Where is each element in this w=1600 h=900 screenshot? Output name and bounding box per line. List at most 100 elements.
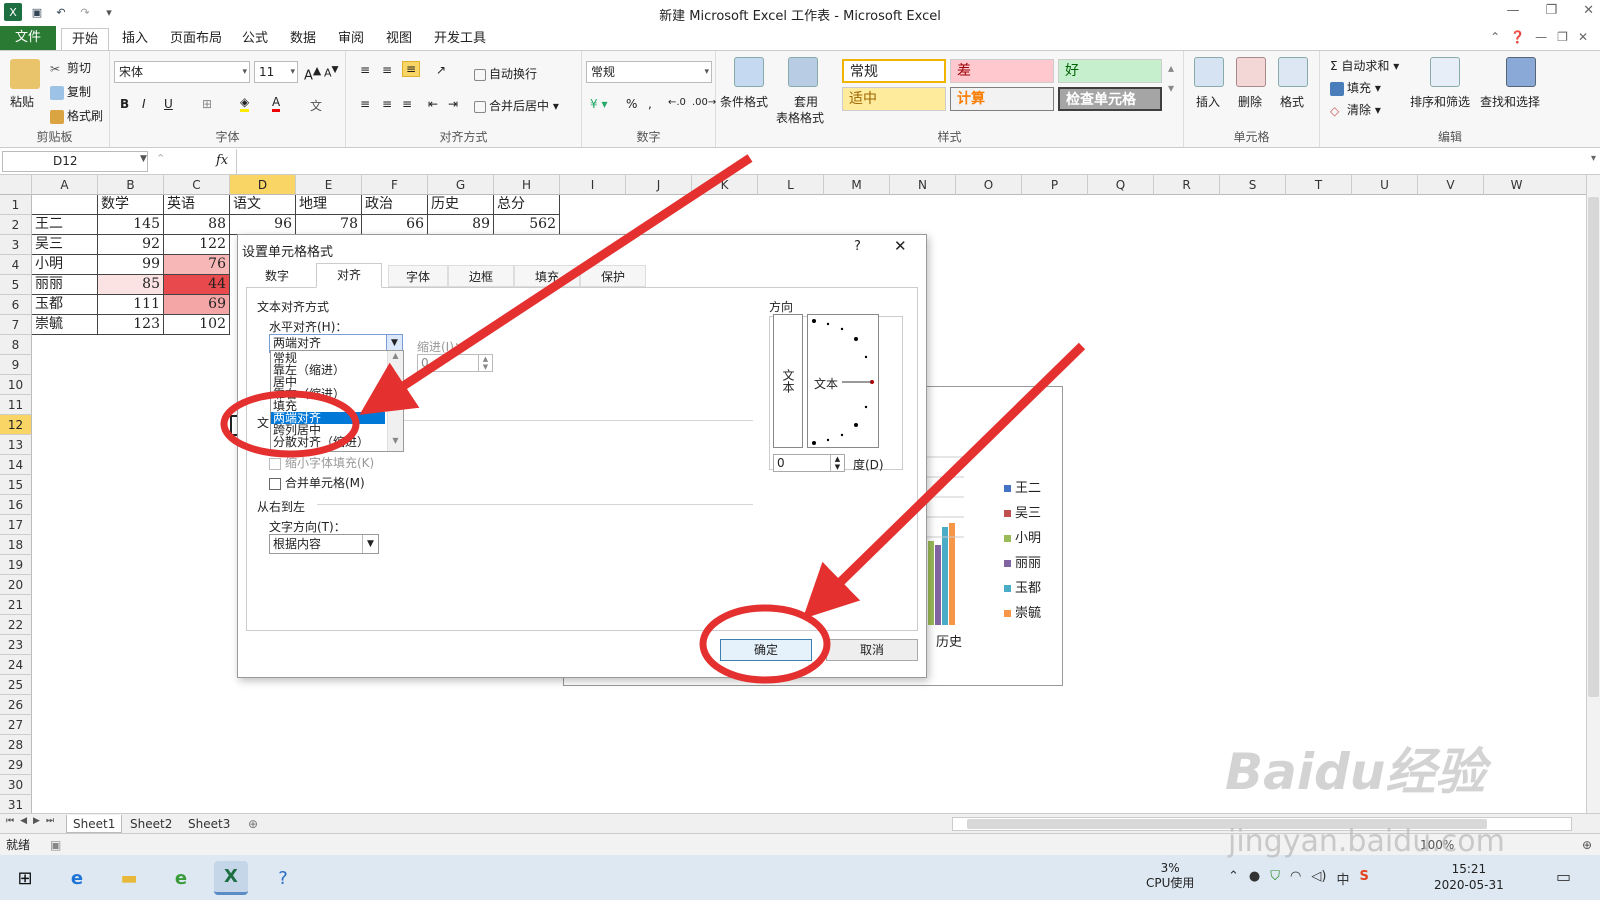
restore-icon[interactable]: ❐	[1545, 3, 1557, 18]
cell-D1[interactable]: 语文	[230, 195, 296, 215]
tab-formulas[interactable]: 公式	[232, 28, 278, 50]
column-header-D[interactable]: D	[230, 175, 296, 195]
cell-H1[interactable]: 总分	[494, 195, 560, 215]
cell-C1[interactable]: 英语	[164, 195, 230, 215]
copy-button[interactable]: 复制	[50, 83, 91, 100]
row-header-2[interactable]: 2	[0, 215, 32, 235]
row-header-13[interactable]: 13	[0, 435, 32, 455]
row-header-5[interactable]: 5	[0, 275, 32, 295]
row-header-4[interactable]: 4	[0, 255, 32, 275]
formula-bar-collapse-icon[interactable]: ⌃	[156, 152, 165, 165]
row-header-27[interactable]: 27	[0, 715, 32, 735]
style-calculation[interactable]: 计算	[950, 87, 1054, 111]
tab-font[interactable]: 字体	[388, 265, 448, 287]
row-header-25[interactable]: 25	[0, 675, 32, 695]
column-header-N[interactable]: N	[890, 175, 956, 195]
tab-alignment[interactable]: 对齐	[316, 263, 382, 288]
insert-function-button[interactable]: fx	[216, 153, 228, 168]
text-direction-combo[interactable]: 根据内容 ▼	[269, 534, 379, 554]
file-explorer-icon[interactable]: ▬	[112, 861, 146, 895]
cell-F1[interactable]: 政治	[362, 195, 428, 215]
column-header-V[interactable]: V	[1418, 175, 1484, 195]
chart-bar-6[interactable]	[949, 523, 955, 625]
row-header-8[interactable]: 8	[0, 335, 32, 355]
cell-C3[interactable]: 122	[164, 235, 230, 255]
dialog-close-icon[interactable]: ✕	[894, 237, 907, 255]
zoom-in-icon[interactable]: ⊕	[1582, 834, 1592, 856]
row-header-12[interactable]: 12	[0, 415, 32, 435]
tab-review[interactable]: 审阅	[328, 28, 374, 50]
cell-F2[interactable]: 66	[362, 215, 428, 235]
column-header-U[interactable]: U	[1352, 175, 1418, 195]
cell-C2[interactable]: 88	[164, 215, 230, 235]
cell-B4[interactable]: 99	[98, 255, 164, 275]
row-header-30[interactable]: 30	[0, 775, 32, 795]
sort-filter-button[interactable]: 排序和筛选	[1410, 93, 1470, 110]
row-header-1[interactable]: 1	[0, 195, 32, 215]
legend-entry-4[interactable]: 丽丽	[1004, 552, 1041, 571]
delete-cells-button[interactable]: 删除	[1238, 93, 1262, 110]
insert-cells-button[interactable]: 插入	[1196, 93, 1220, 110]
column-header-G[interactable]: G	[428, 175, 494, 195]
select-all-corner[interactable]	[0, 175, 32, 195]
cell-E1[interactable]: 地理	[296, 195, 362, 215]
cut-button[interactable]: ✂ 剪切	[50, 59, 91, 76]
cell-A7[interactable]: 崇毓	[32, 315, 98, 335]
formula-expand-icon[interactable]: ▾	[1591, 153, 1596, 164]
tab-insert[interactable]: 插入	[112, 28, 158, 50]
align-left-button[interactable]: ≡	[360, 97, 370, 111]
legend-entry-2[interactable]: 吴三	[1004, 502, 1041, 521]
legend-entry-1[interactable]: 王二	[1004, 477, 1041, 496]
merge-cells-checkbox[interactable]: 合并单元格(M)	[269, 474, 365, 491]
cell-A2[interactable]: 王二	[32, 215, 98, 235]
format-painter-button[interactable]: 格式刷	[50, 107, 103, 124]
cell-B6[interactable]: 111	[98, 295, 164, 315]
ime-indicator[interactable]: 中	[1336, 869, 1349, 888]
cell-C4[interactable]: 76	[164, 255, 230, 275]
font-name-combo[interactable]: 宋体 ▾	[114, 61, 250, 83]
row-header-19[interactable]: 19	[0, 555, 32, 575]
close-icon[interactable]: ✕	[1583, 3, 1594, 18]
doc-restore-icon[interactable]: ❐	[1557, 30, 1568, 44]
tab-fill[interactable]: 填充	[514, 265, 580, 287]
new-sheet-icon[interactable]: ⊕	[242, 815, 264, 833]
column-header-L[interactable]: L	[758, 175, 824, 195]
column-header-A[interactable]: A	[32, 175, 98, 195]
number-format-combo[interactable]: 常规 ▾	[586, 61, 712, 83]
ribbon-collapse-icon[interactable]: ⌃	[1490, 30, 1500, 44]
text-direction-dropdown-icon[interactable]: ▼	[362, 535, 378, 553]
column-header-H[interactable]: H	[494, 175, 560, 195]
cell-D2[interactable]: 96	[230, 215, 296, 235]
row-header-17[interactable]: 17	[0, 515, 32, 535]
formula-input[interactable]	[236, 149, 1586, 174]
row-header-28[interactable]: 28	[0, 735, 32, 755]
comma-button[interactable]: ,	[648, 97, 652, 111]
cancel-button[interactable]: 取消	[826, 639, 918, 661]
orientation-dial[interactable]: 文本	[807, 314, 879, 448]
tray-expand-icon[interactable]: ⌃	[1228, 869, 1239, 888]
chart-bar-4[interactable]	[935, 545, 941, 625]
paste-button[interactable]: 粘贴	[10, 93, 34, 110]
cell-B2[interactable]: 145	[98, 215, 164, 235]
column-header-E[interactable]: E	[296, 175, 362, 195]
cell-G1[interactable]: 历史	[428, 195, 494, 215]
row-header-7[interactable]: 7	[0, 315, 32, 335]
align-right-button[interactable]: ≡	[402, 97, 412, 111]
tab-page-layout[interactable]: 页面布局	[160, 28, 232, 50]
windows-start-icon[interactable]: ⊞	[8, 861, 42, 895]
italic-button[interactable]: I	[142, 97, 146, 111]
column-header-Q[interactable]: Q	[1088, 175, 1154, 195]
style-normal[interactable]: 常规	[842, 59, 946, 83]
cell-G2[interactable]: 89	[428, 215, 494, 235]
cell-B7[interactable]: 123	[98, 315, 164, 335]
cell-B5[interactable]: 85	[98, 275, 164, 295]
shrink-font-button[interactable]: A▼	[324, 64, 339, 80]
row-header-29[interactable]: 29	[0, 755, 32, 775]
cell-C6[interactable]: 69	[164, 295, 230, 315]
column-header-R[interactable]: R	[1154, 175, 1220, 195]
cell-B3[interactable]: 92	[98, 235, 164, 255]
styles-scroll-down[interactable]: ▾	[1168, 81, 1174, 95]
help-app-icon[interactable]: ?	[266, 861, 300, 895]
underline-button[interactable]: U	[164, 97, 173, 111]
row-header-15[interactable]: 15	[0, 475, 32, 495]
